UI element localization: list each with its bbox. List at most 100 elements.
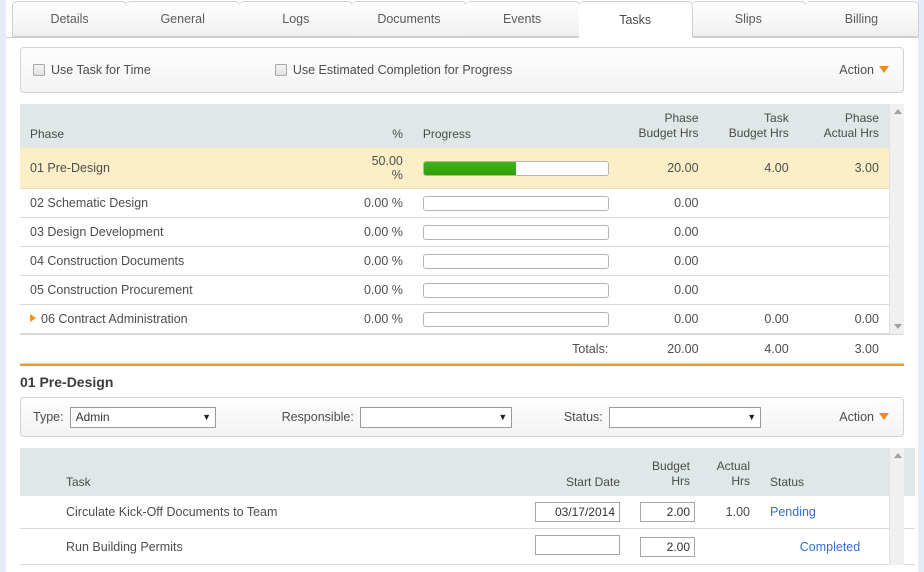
- phase-progress-cell: [412, 275, 619, 305]
- phase-label: 02 Schematic Design: [30, 196, 149, 210]
- scroll-up-button[interactable]: [890, 448, 905, 463]
- phase-progress-cell: [412, 304, 619, 334]
- options-action-menu[interactable]: Action: [839, 63, 889, 77]
- totals-spacer-2: [350, 334, 413, 364]
- table-row[interactable]: 03 Design Development 0.00 % 0.00: [20, 217, 904, 247]
- task-budget-hrs-cell: 4.00: [708, 148, 799, 189]
- phase-table: Phase % Progress Phase Budget Hrs Task B…: [20, 104, 904, 334]
- phase-table-header-row: Phase % Progress Phase Budget Hrs Task B…: [20, 104, 904, 148]
- budget-hrs-input[interactable]: 2.00: [640, 502, 695, 522]
- phase-label: 05 Construction Procurement: [30, 283, 193, 297]
- tab-tasks[interactable]: Tasks: [578, 1, 693, 38]
- phase-name-cell: 02 Schematic Design: [20, 188, 351, 218]
- totals-phase-budget: 20.00: [618, 334, 709, 364]
- phase-table-scrollbar[interactable]: [889, 104, 904, 334]
- arrow-up-icon: [893, 109, 902, 114]
- col-task-budget-hrs: Task Budget Hrs: [708, 104, 799, 148]
- phase-percent-cell: 50.00 %: [350, 148, 413, 189]
- task-budget-hrs-cell: [708, 217, 799, 247]
- phase-label: 04 Construction Documents: [30, 254, 185, 268]
- status-cell: Pending: [760, 496, 900, 529]
- phase-budget-hrs-cell: 0.00: [618, 304, 709, 334]
- budget-hrs-input[interactable]: 2.00: [640, 536, 695, 557]
- task-name-cell: Circulate Kick-Off Documents to Team: [20, 496, 525, 529]
- progress-bar: [422, 253, 609, 269]
- section-divider: [20, 364, 904, 366]
- phase-actual-hrs-cell: [798, 217, 889, 247]
- filter-action-menu[interactable]: Action: [839, 410, 889, 424]
- progress-bar: [422, 311, 609, 327]
- tab-logs[interactable]: Logs: [239, 1, 354, 37]
- col-percent: %: [350, 104, 413, 148]
- status-link[interactable]: Pending: [770, 505, 816, 519]
- phase-progress-cell: [412, 188, 619, 218]
- phase-progress-cell: [412, 246, 619, 276]
- table-row[interactable]: 05 Construction Procurement 0.00 % 0.00: [20, 275, 904, 305]
- use-estimated-completion-checkbox[interactable]: Use Estimated Completion for Progress: [274, 63, 513, 77]
- task-filter-panel: Type: Admin ▼ Responsible: ▼ Status: ▼ A…: [20, 397, 904, 437]
- task-budget-hrs-cell: [708, 188, 799, 218]
- task-table-container: Task Start Date Budget Hrs Actual Hrs St…: [20, 448, 915, 565]
- use-task-for-time-checkbox[interactable]: Use Task for Time: [33, 63, 151, 77]
- status-link[interactable]: Completed: [800, 540, 860, 554]
- totals-spacer-3: [888, 334, 904, 364]
- col-progress: Progress: [412, 104, 619, 148]
- table-row[interactable]: 01 Pre-Design 50.00 % 20.00 4.00 3.00: [20, 148, 904, 189]
- task-name-cell: Run Building Permits: [20, 528, 525, 565]
- tab-bar: Details General Logs Documents Events Tasks Sl…: [6, 0, 919, 38]
- start-date-input[interactable]: 03/17/2014: [535, 502, 620, 522]
- arrow-up-icon: [893, 453, 902, 458]
- col-phase-budget-hrs: Phase Budget Hrs: [618, 104, 709, 148]
- arrow-down-icon: [893, 324, 902, 329]
- tab-general[interactable]: General: [126, 1, 241, 37]
- chevron-down-icon: [879, 66, 889, 73]
- type-select-value: Admin: [75, 410, 110, 424]
- status-select[interactable]: ▼: [608, 406, 761, 428]
- checkbox-icon: [274, 64, 287, 76]
- col-actual-hrs: Actual Hrs: [700, 448, 760, 496]
- phase-label: 03 Design Development: [30, 225, 164, 239]
- phase-percent-cell: 0.00 %: [350, 188, 413, 218]
- task-table-scrollbar[interactable]: [889, 448, 904, 565]
- tab-documents[interactable]: Documents: [352, 1, 467, 37]
- col-task: Task: [20, 448, 525, 496]
- status-label: Status:: [563, 410, 603, 424]
- progress-bar: [422, 224, 609, 240]
- page-title: 01 Pre-Design: [20, 374, 114, 390]
- tab-details[interactable]: Details: [12, 1, 128, 37]
- phase-actual-hrs-cell: [798, 246, 889, 276]
- responsible-select[interactable]: ▼: [359, 406, 512, 428]
- task-budget-hrs-cell: 0.00: [708, 304, 799, 334]
- phase-actual-hrs-cell: 3.00: [798, 148, 889, 189]
- totals-spacer-1: [20, 334, 351, 364]
- table-row[interactable]: 04 Construction Documents 0.00 % 0.00: [20, 246, 904, 276]
- totals-row: Totals: 20.00 4.00 3.00: [20, 334, 904, 364]
- scroll-up-button[interactable]: [890, 104, 905, 119]
- use-task-for-time-label: Use Task for Time: [51, 63, 151, 77]
- table-row[interactable]: 02 Schematic Design 0.00 % 0.00: [20, 188, 904, 218]
- chevron-down-icon: ▼: [202, 412, 212, 422]
- table-row[interactable]: Run Building Permits 2.00 Completed: [20, 528, 915, 565]
- col-start-date: Start Date: [525, 448, 630, 496]
- tab-events[interactable]: Events: [465, 1, 580, 37]
- phase-actual-hrs-cell: [798, 188, 889, 218]
- type-select[interactable]: Admin ▼: [69, 406, 216, 428]
- tab-billing[interactable]: Billing: [804, 1, 919, 37]
- options-action-label: Action: [839, 63, 874, 77]
- tab-slips[interactable]: Slips: [691, 1, 806, 37]
- phase-budget-hrs-cell: 0.00: [618, 188, 709, 218]
- progress-bar-fill: [423, 161, 516, 175]
- phase-percent-cell: 0.00 %: [350, 304, 413, 334]
- table-row[interactable]: 06 Contract Administration 0.00 % 0.00 0.00…: [20, 304, 904, 334]
- start-date-cell: 03/17/2014: [525, 496, 630, 529]
- table-row[interactable]: Circulate Kick-Off Documents to Team 03/1…: [20, 496, 915, 529]
- expand-triangle-icon[interactable]: [30, 314, 36, 322]
- phase-actual-hrs-cell: 0.00: [798, 304, 889, 334]
- start-date-input[interactable]: [535, 535, 620, 555]
- use-estimated-completion-label: Use Estimated Completion for Progress: [292, 63, 513, 77]
- phase-percent-cell: 0.00 %: [350, 217, 413, 247]
- budget-hrs-cell: 2.00: [630, 528, 700, 565]
- progress-bar: [422, 282, 609, 298]
- scroll-down-button[interactable]: [890, 319, 905, 334]
- phase-budget-hrs-cell: 0.00: [618, 275, 709, 305]
